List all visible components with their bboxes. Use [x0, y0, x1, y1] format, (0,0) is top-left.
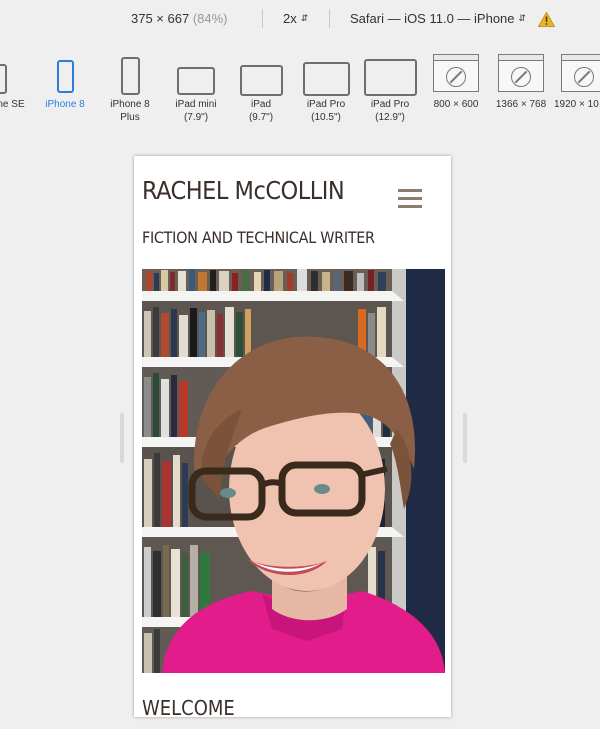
device-label: 800 × 600 [433, 99, 479, 110]
compass-icon [511, 67, 531, 87]
chevron-updown-icon: ⇵ [518, 13, 527, 24]
device-presets: ne SE iPhone 8 iPhone 8 Plus iPad mini (… [0, 48, 600, 138]
welcome-heading: WELCOME [142, 696, 235, 717]
zoom-text: (84%) [192, 11, 228, 26]
tablet-icon [240, 65, 283, 96]
device-label: iPad Pro [370, 99, 410, 110]
toolbar-divider [262, 9, 263, 28]
phone-icon [0, 64, 7, 94]
tablet-icon [177, 67, 215, 95]
right-resize-handle[interactable] [463, 413, 467, 463]
device-label: iPad [250, 99, 271, 110]
device-ipad-pro-10-5[interactable]: iPad Pro (10.5") [300, 48, 352, 124]
browser-window-icon [561, 54, 600, 92]
hamburger-menu-icon[interactable] [398, 189, 422, 209]
device-label-2: (7.9") [183, 112, 209, 123]
profile-photo [142, 269, 445, 673]
device-label-2: (10.5") [311, 112, 341, 123]
device-label: iPhone 8 [110, 99, 150, 110]
device-label: ne SE [0, 99, 25, 110]
device-ipad[interactable]: iPad (9.7") [236, 48, 286, 124]
user-agent-text: Safari — iOS 11.0 — iPhone [350, 11, 515, 26]
chevron-updown-icon: ⇵ [300, 13, 309, 24]
device-label: iPad Pro [306, 99, 346, 110]
viewport-dimensions[interactable]: 375 × 667 (84%) [131, 11, 228, 26]
tablet-icon [303, 62, 350, 96]
device-label: 1920 × 10 [554, 99, 599, 110]
scale-text: 2x [283, 11, 297, 26]
warning-icon[interactable] [538, 12, 555, 27]
device-label: iPad mini [175, 99, 217, 110]
phone-icon [57, 60, 74, 93]
device-label: iPhone 8 [45, 99, 85, 110]
device-iphone-8-plus[interactable]: iPhone 8 Plus [104, 48, 156, 124]
user-agent-select[interactable]: Safari — iOS 11.0 — iPhone ⇵ [350, 11, 526, 26]
scale-select[interactable]: 2x ⇵ [283, 11, 308, 26]
device-1920x1080[interactable]: 1920 × 10 [554, 48, 600, 111]
compass-icon [574, 67, 594, 87]
device-iphone-se[interactable]: ne SE [0, 48, 28, 111]
device-1366x768[interactable]: 1366 × 768 [492, 48, 550, 111]
tablet-icon [364, 59, 417, 96]
phone-icon [121, 57, 140, 95]
responsive-toolbar: 375 × 667 (84%) 2x ⇵ Safari — iOS 11.0 — … [0, 0, 600, 40]
device-label: 1366 × 768 [495, 99, 547, 110]
site-tagline: FICTION AND TECHNICAL WRITER [142, 228, 375, 247]
browser-window-icon [433, 54, 479, 92]
dimensions-text: 375 × 667 [131, 11, 190, 26]
browser-window-icon [498, 54, 544, 92]
device-ipad-mini[interactable]: iPad mini (7.9") [170, 48, 222, 124]
toolbar-divider [329, 9, 330, 28]
device-ipad-pro-12-9[interactable]: iPad Pro (12.9") [362, 48, 418, 124]
left-resize-handle[interactable] [120, 413, 124, 463]
device-800x600[interactable]: 800 × 600 [428, 48, 484, 111]
device-iphone-8[interactable]: iPhone 8 [40, 48, 90, 111]
device-label-2: (9.7") [248, 112, 274, 123]
device-label-2: Plus [120, 112, 140, 123]
site-title[interactable]: RACHEL McCOLLIN [142, 176, 345, 205]
device-viewport[interactable]: RACHEL McCOLLIN FICTION AND TECHNICAL WR… [134, 156, 451, 717]
compass-icon [446, 67, 466, 87]
device-label-2: (12.9") [375, 112, 405, 123]
